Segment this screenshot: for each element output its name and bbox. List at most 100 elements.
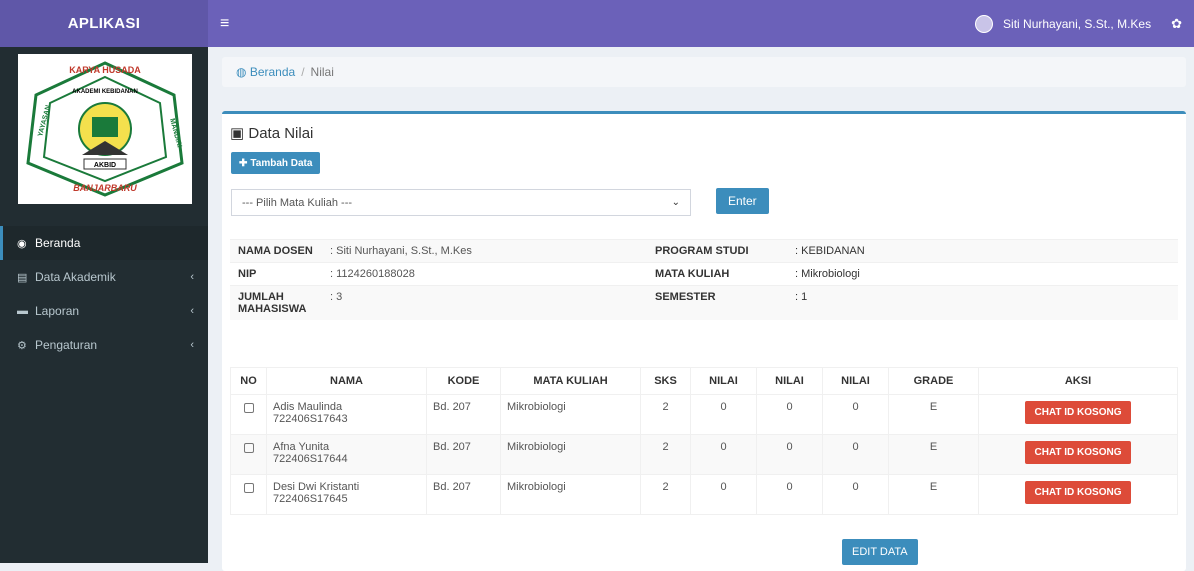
app-brand[interactable]: APLIKASI [0, 0, 208, 47]
row-checkbox[interactable] [243, 483, 254, 493]
course-code: Bd. 207 [426, 394, 501, 435]
col-header: KODE [426, 367, 501, 395]
clipboard-icon: ▣ [230, 125, 245, 142]
grades-table: NO NAMA KODE MATA KULIAH SKS NILAI NILAI… [230, 367, 1178, 515]
letter-grade: E [888, 474, 979, 515]
info-label: PROGRAM STUDI [647, 239, 787, 263]
course-name: Mikrobiologi [500, 434, 641, 475]
sidebar-item-data-akademik[interactable]: ▤ Data Akademik ‹ [0, 260, 208, 294]
letter-grade: E [888, 434, 979, 475]
sidebar: AKBID KARYA HUSADA BANJARBARU YAYASAN MA… [0, 47, 208, 563]
info-label: NIP [230, 262, 322, 286]
svg-text:KARYA HUSADA: KARYA HUSADA [69, 65, 141, 75]
chevron-left-icon: ‹ [190, 305, 194, 317]
svg-text:AKBID: AKBID [94, 162, 116, 169]
svg-text:AKADEMI KEBIDANAN: AKADEMI KEBIDANAN [72, 89, 138, 95]
letter-grade: E [888, 394, 979, 435]
info-value: : 1124260188028 [322, 262, 647, 286]
grade-value: 0 [822, 394, 889, 435]
breadcrumb: ◍ Beranda / Nilai [222, 57, 1186, 87]
table-header-row: NO NAMA KODE MATA KULIAH SKS NILAI NILAI… [230, 367, 1178, 395]
sks-value: 2 [640, 474, 691, 515]
sidebar-item-label: Beranda [35, 236, 81, 250]
lecturer-info-table: NAMA DOSEN : Siti Nurhayani, S.St., M.Ke… [230, 239, 1178, 320]
chevron-left-icon: ‹ [190, 271, 194, 283]
cogs-icon: ⚙ [17, 339, 27, 352]
dashboard-icon: ◉ [17, 237, 27, 250]
edit-data-button[interactable]: EDIT DATA [842, 539, 918, 565]
sidebar-menu: ◉ Beranda ▤ Data Akademik ‹ ▬ Laporan ‹ … [0, 226, 208, 362]
chat-id-button[interactable]: CHAT ID KOSONG [1025, 401, 1131, 424]
sidebar-item-label: Data Akademik [35, 270, 116, 284]
grade-value: 0 [690, 474, 757, 515]
col-header: MATA KULIAH [500, 367, 641, 395]
info-value: : 3 [322, 285, 647, 320]
info-label: MATA KULIAH [647, 262, 787, 286]
course-code: Bd. 207 [426, 434, 501, 475]
row-checkbox[interactable] [243, 443, 254, 453]
sks-value: 2 [640, 394, 691, 435]
course-name: Mikrobiologi [500, 394, 641, 435]
student-nim: 722406S17643 [273, 413, 348, 425]
user-name[interactable]: Siti Nurhayani, S.St., M.Kes [1003, 17, 1151, 31]
sidebar-item-pengaturan[interactable]: ⚙ Pengaturan ‹ [0, 328, 208, 362]
row-checkbox[interactable] [243, 403, 254, 413]
table-row: Afna Yunita 722406S17644 Bd. 207 Mikrobio… [230, 434, 1178, 475]
plus-icon: ✚ [239, 157, 248, 169]
gear-icon[interactable]: ✿ [1171, 16, 1182, 32]
logo-emblem-icon: AKBID KARYA HUSADA BANJARBARU YAYASAN MA… [26, 61, 184, 197]
col-header: AKSI [978, 367, 1178, 395]
student-nim: 722406S17645 [273, 493, 348, 505]
grade-value: 0 [690, 394, 757, 435]
grade-value: 0 [756, 394, 823, 435]
sidebar-item-laporan[interactable]: ▬ Laporan ‹ [0, 294, 208, 328]
info-label: SEMESTER [647, 285, 787, 320]
col-header: NO [230, 367, 267, 395]
table-row: Desi Dwi Kristanti 722406S17645 Bd. 207 M… [230, 474, 1178, 515]
avatar[interactable] [975, 14, 994, 33]
col-header: NILAI [756, 367, 823, 395]
course-name: Mikrobiologi [500, 474, 641, 515]
user-menu[interactable]: Siti Nurhayani, S.St., M.Kes ✿ [975, 14, 1182, 33]
col-header: NAMA [266, 367, 427, 395]
grade-value: 0 [822, 434, 889, 475]
course-code: Bd. 207 [426, 474, 501, 515]
grade-value: 0 [822, 474, 889, 515]
chevron-left-icon: ‹ [190, 339, 194, 351]
chevron-down-icon: ⌄ [671, 197, 680, 208]
info-label: NAMA DOSEN [230, 239, 322, 263]
col-header: GRADE [888, 367, 979, 395]
main-content: ◍ Beranda / Nilai ▣ Data Nilai ✚ Tambah … [208, 47, 1194, 571]
student-nim: 722406S17644 [273, 453, 348, 465]
info-value: : Mikrobiologi [787, 262, 1178, 286]
grade-value: 0 [690, 434, 757, 475]
data-nilai-box: ▣ Data Nilai ✚ Tambah Data --- Pilih Mat… [222, 111, 1186, 571]
course-select[interactable]: --- Pilih Mata Kuliah --- ⌄ [231, 189, 691, 216]
table-row: Adis Maulinda 722406S17643 Bd. 207 Mikrob… [230, 394, 1178, 435]
top-bar: APLIKASI ≡ Siti Nurhayani, S.St., M.Kes … [0, 0, 1194, 47]
navbar: ≡ Siti Nurhayani, S.St., M.Kes ✿ [208, 0, 1194, 47]
info-value: : Siti Nurhayani, S.St., M.Kes [322, 239, 647, 263]
sidebar-item-label: Laporan [35, 304, 80, 318]
student-name: Adis Maulinda [273, 401, 343, 413]
grade-value: 0 [756, 434, 823, 475]
col-header: SKS [640, 367, 691, 395]
chat-id-button[interactable]: CHAT ID KOSONG [1025, 481, 1131, 504]
folder-icon: ▬ [17, 305, 28, 317]
chat-id-button[interactable]: CHAT ID KOSONG [1025, 441, 1131, 464]
add-data-button[interactable]: ✚ Tambah Data [231, 152, 321, 174]
sidebar-item-label: Pengaturan [35, 338, 98, 352]
grade-value: 0 [756, 474, 823, 515]
breadcrumb-current: Nilai [310, 65, 334, 79]
info-value: : KEBIDANAN [787, 239, 1178, 263]
menu-toggle-icon[interactable]: ≡ [220, 15, 229, 33]
svg-text:BANJARBARU: BANJARBARU [73, 183, 137, 193]
sidebar-item-beranda[interactable]: ◉ Beranda [0, 226, 208, 260]
enter-button[interactable]: Enter [716, 188, 769, 214]
breadcrumb-home[interactable]: ◍ Beranda [236, 65, 295, 79]
student-name: Desi Dwi Kristanti [273, 481, 360, 493]
info-value: : 1 [787, 285, 1178, 320]
file-icon: ▤ [17, 271, 28, 284]
student-name: Afna Yunita [273, 441, 330, 453]
breadcrumb-separator: / [301, 65, 305, 79]
